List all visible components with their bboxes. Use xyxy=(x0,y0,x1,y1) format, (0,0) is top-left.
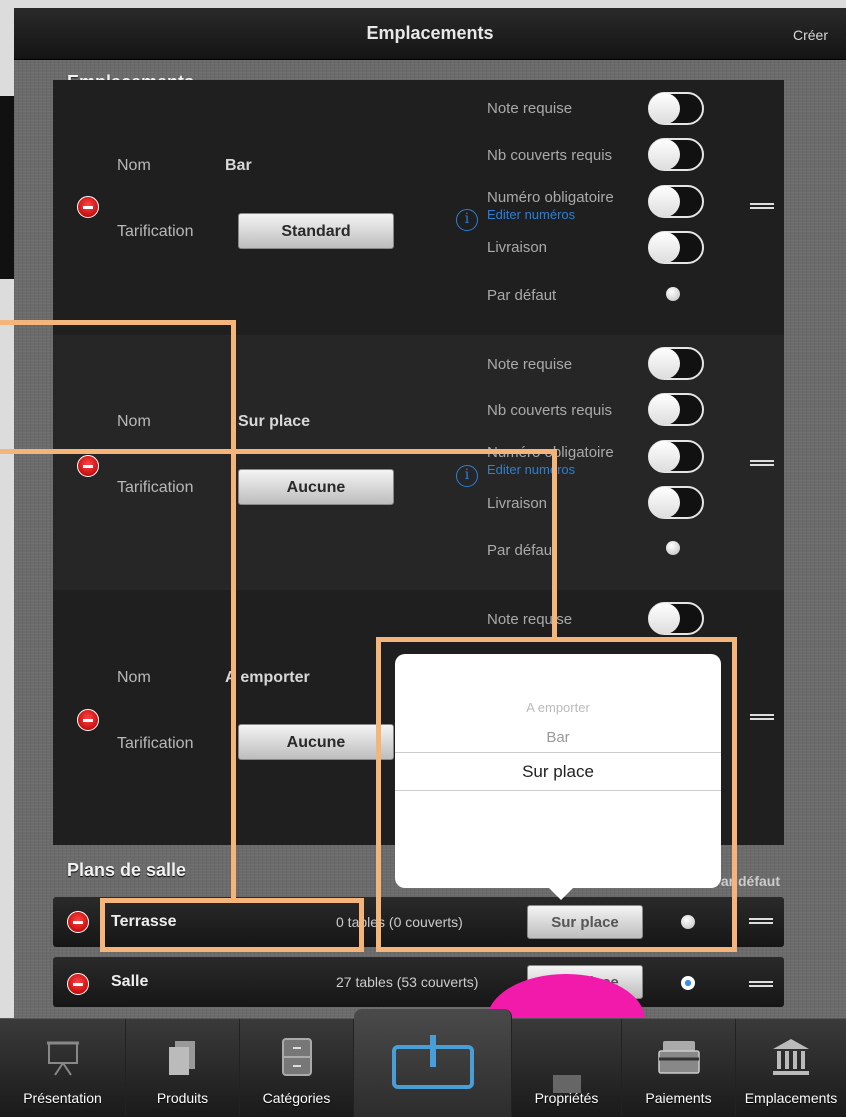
option-defaut: Par défaut xyxy=(487,287,557,304)
note-toggle[interactable] xyxy=(648,347,704,380)
plan-meta: 27 tables (53 couverts) xyxy=(336,974,479,990)
pricing-label: Tarification xyxy=(117,735,194,752)
edit-numbers-link[interactable]: Editer numéros xyxy=(487,207,575,222)
option-note: Note requise xyxy=(487,100,573,117)
reorder-handle-icon[interactable] xyxy=(750,203,774,213)
tab-products[interactable]: Produits xyxy=(126,1019,240,1117)
annotation-line xyxy=(0,320,236,325)
tab-label: Catégories xyxy=(262,1090,331,1106)
numero-toggle[interactable] xyxy=(648,185,704,218)
pricing-label: Tarification xyxy=(117,479,194,496)
delete-icon[interactable] xyxy=(77,196,99,218)
note-toggle[interactable] xyxy=(648,92,704,125)
tab-properties[interactable]: Propriétés xyxy=(512,1019,622,1117)
pricing-button[interactable]: Aucune xyxy=(238,724,394,760)
livraison-toggle[interactable] xyxy=(648,231,704,264)
delete-icon[interactable] xyxy=(77,455,99,477)
option-note: Note requise xyxy=(487,356,573,373)
info-icon[interactable]: i xyxy=(456,209,478,231)
annotation-line xyxy=(552,449,557,642)
navigation-bar: Emplacements Créer xyxy=(14,8,846,60)
tab-label: Propriétés xyxy=(534,1090,599,1106)
presentation-icon xyxy=(46,1041,79,1076)
pricing-label: Tarification xyxy=(117,223,194,240)
tab-label: Produits xyxy=(156,1090,209,1106)
annotation-line xyxy=(231,320,236,902)
option-defaut: Par défaut xyxy=(487,542,557,559)
pricing-button[interactable]: Aucune xyxy=(238,469,394,505)
tab-locations[interactable]: Emplacements xyxy=(736,1019,846,1117)
delete-icon[interactable] xyxy=(67,911,89,933)
section-title-plans: Plans de salle xyxy=(67,860,187,880)
delete-icon[interactable] xyxy=(77,709,99,731)
name-label: Nom xyxy=(117,669,151,686)
tab-payments[interactable]: Paiements xyxy=(622,1019,736,1117)
location-panel-bar: Nom Bar Tarification Standard Note requi… xyxy=(53,80,784,335)
tab-presentation[interactable]: Présentation xyxy=(0,1019,126,1117)
couverts-toggle[interactable] xyxy=(648,393,704,426)
reorder-handle-icon[interactable] xyxy=(749,981,773,991)
edit-numbers-link[interactable]: Editer numéros xyxy=(487,462,575,477)
option-couverts: Nb couverts requis xyxy=(487,147,613,164)
tab-label: Paiements xyxy=(645,1090,712,1106)
delete-icon[interactable] xyxy=(67,973,89,995)
annotation-box xyxy=(376,637,737,952)
option-note: Note requise xyxy=(487,611,573,628)
note-toggle[interactable] xyxy=(648,602,704,635)
default-radio[interactable] xyxy=(666,541,680,555)
couverts-toggle[interactable] xyxy=(648,138,704,171)
reorder-handle-icon[interactable] xyxy=(750,714,774,724)
livraison-toggle[interactable] xyxy=(648,486,704,519)
name-label: Nom xyxy=(117,413,151,430)
payments-icon xyxy=(657,1041,700,1074)
products-icon xyxy=(168,1041,195,1075)
tab-label: Emplacements xyxy=(744,1090,838,1106)
background-overlay xyxy=(0,96,14,279)
location-panel-sur-place: Nom Sur place Tarification Aucune Note r… xyxy=(53,335,784,590)
numero-toggle[interactable] xyxy=(648,440,704,473)
locations-icon xyxy=(773,1039,809,1075)
reorder-handle-icon[interactable] xyxy=(749,918,773,928)
power-icon xyxy=(391,1035,474,1089)
location-name[interactable]: Bar xyxy=(225,157,252,175)
plan-name: Salle xyxy=(111,973,149,990)
option-livraison: Livraison xyxy=(487,495,548,512)
annotation-box xyxy=(100,898,364,952)
default-radio[interactable] xyxy=(666,287,680,301)
tab-power[interactable] xyxy=(354,1009,512,1117)
floor-plan-row-salle[interactable]: Salle 27 tables (53 couverts) Sur place xyxy=(53,957,784,1007)
reorder-handle-icon[interactable] xyxy=(750,460,774,470)
annotation-line xyxy=(0,449,557,454)
option-numero: Numéro obligatoire xyxy=(487,189,614,206)
location-name[interactable]: A emporter xyxy=(225,669,310,687)
pricing-button[interactable]: Standard xyxy=(238,213,394,249)
name-label: Nom xyxy=(117,157,151,174)
tab-label: Présentation xyxy=(23,1090,102,1106)
default-radio-selected[interactable] xyxy=(681,976,695,990)
option-livraison: Livraison xyxy=(487,239,548,256)
create-button[interactable]: Créer xyxy=(793,27,828,43)
page-title: Emplacements xyxy=(366,23,494,43)
tab-bar: Présentation Produits Catégories Proprié… xyxy=(0,1009,846,1117)
option-couverts: Nb couverts requis xyxy=(487,402,613,419)
location-name[interactable]: Sur place xyxy=(238,413,310,431)
info-icon[interactable]: i xyxy=(456,465,478,487)
categories-icon xyxy=(281,1038,312,1076)
tab-categories[interactable]: Catégories xyxy=(240,1019,354,1117)
